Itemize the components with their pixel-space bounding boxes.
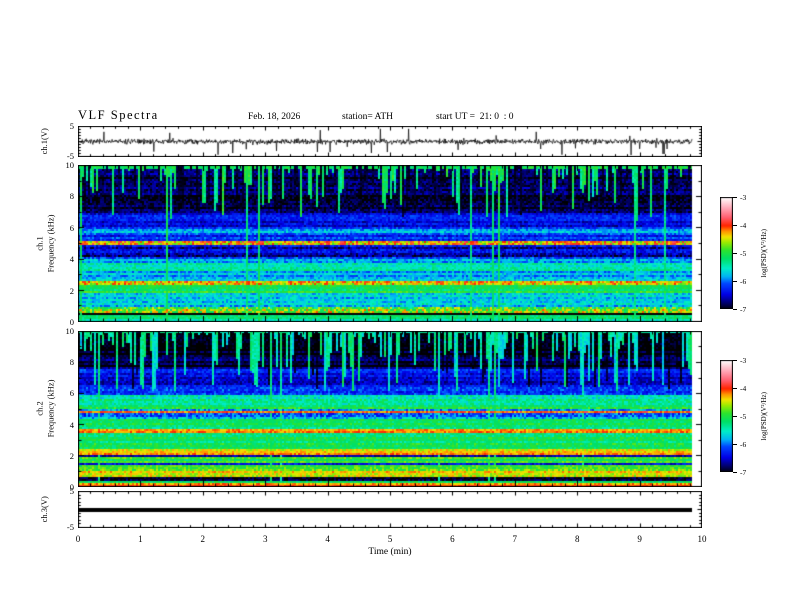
colorbar-tick-label: -5 <box>740 248 747 258</box>
colorbar-tick-label: -5 <box>740 411 747 421</box>
colorbar-tick <box>733 416 737 417</box>
colorbar-ch2-label: log(PSD)(V²/Hz) <box>759 392 768 441</box>
x-tick-label: 3 <box>262 534 268 544</box>
colorbar-tick-label: -4 <box>740 383 747 393</box>
x-tick-label: 2 <box>200 534 206 544</box>
plot-start-ut: start UT = 21: 0 : 0 <box>436 112 514 122</box>
ch1-waveform-plot <box>78 126 702 157</box>
vlf-spectra-figure: VLF Spectra Feb. 18, 2026 station= ATH s… <box>0 0 792 612</box>
y-tick-label: 8 <box>69 357 74 368</box>
colorbar-tick-label: -6 <box>740 439 747 449</box>
x-tick-label: 8 <box>574 534 580 544</box>
y-tick-label: 8 <box>69 191 74 202</box>
x-tick-label: 0 <box>75 534 81 544</box>
colorbar-ch1-label: log(PSD)(V²/Hz) <box>759 229 768 278</box>
ch2-spectrogram-plot <box>78 331 702 487</box>
ch2-spec-ylabel: ch.2 Frequency (kHz) <box>35 359 56 459</box>
y-tick-label: 4 <box>69 419 74 430</box>
y-tick-label: 6 <box>69 388 74 399</box>
colorbar-ch1 <box>720 197 733 309</box>
ch3-wave-ylabel: ch.3(V) <box>38 496 49 523</box>
x-axis-label: Time (min) <box>368 547 412 557</box>
colorbar-tick-label: -4 <box>740 220 747 230</box>
ch1-spec-ylabel-line1: ch.1 <box>34 236 45 251</box>
ch1-spectrogram-plot <box>78 165 702 322</box>
y-tick-label: 2 <box>69 285 74 296</box>
colorbar-ch2 <box>720 360 733 472</box>
x-tick-label: 9 <box>637 534 642 544</box>
plot-date: Feb. 18, 2026 <box>248 112 301 122</box>
colorbar-tick <box>733 225 737 226</box>
colorbar-tick <box>733 309 737 310</box>
colorbar-tick-label: -6 <box>740 276 747 286</box>
y-tick-label: 10 <box>65 326 75 336</box>
colorbar-tick-label: -7 <box>740 304 747 314</box>
colorbar-tick <box>733 472 737 473</box>
ch1-wave-ylabel: ch.1(V) <box>38 128 49 155</box>
y-tick-label: 5 <box>69 121 74 131</box>
colorbar-tick <box>733 388 737 389</box>
ch3-waveform-plot <box>78 491 702 528</box>
ch2-spec-ylabel-line1: ch.2 <box>34 401 45 416</box>
colorbar-tick-label: -3 <box>740 192 747 202</box>
ch1-spec-ylabel: ch.1 Frequency (kHz) <box>35 194 56 294</box>
colorbar-tick <box>733 253 737 254</box>
plot-title: VLF Spectra <box>78 108 159 122</box>
y-tick-label: 6 <box>69 222 74 233</box>
y-tick-label: 10 <box>65 160 75 170</box>
colorbar-tick <box>733 281 737 282</box>
plot-station: station= ATH <box>342 112 394 122</box>
colorbar-tick <box>733 197 737 198</box>
x-tick-label: 6 <box>450 534 455 544</box>
x-tick-label: 1 <box>138 534 143 544</box>
colorbar-tick-label: -3 <box>740 355 747 365</box>
y-tick-label: 2 <box>69 450 74 461</box>
y-tick-label: -5 <box>66 522 74 532</box>
y-tick-label: 4 <box>69 254 74 265</box>
colorbar-tick <box>733 360 737 361</box>
y-tick-label: 0 <box>69 482 74 492</box>
x-tick-label: 10 <box>697 534 707 544</box>
x-tick-label: 5 <box>387 534 393 544</box>
x-tick-label: 4 <box>325 534 330 544</box>
colorbar-tick <box>733 444 737 445</box>
x-tick-label: 7 <box>512 534 518 544</box>
colorbar-tick-label: -7 <box>740 467 747 477</box>
